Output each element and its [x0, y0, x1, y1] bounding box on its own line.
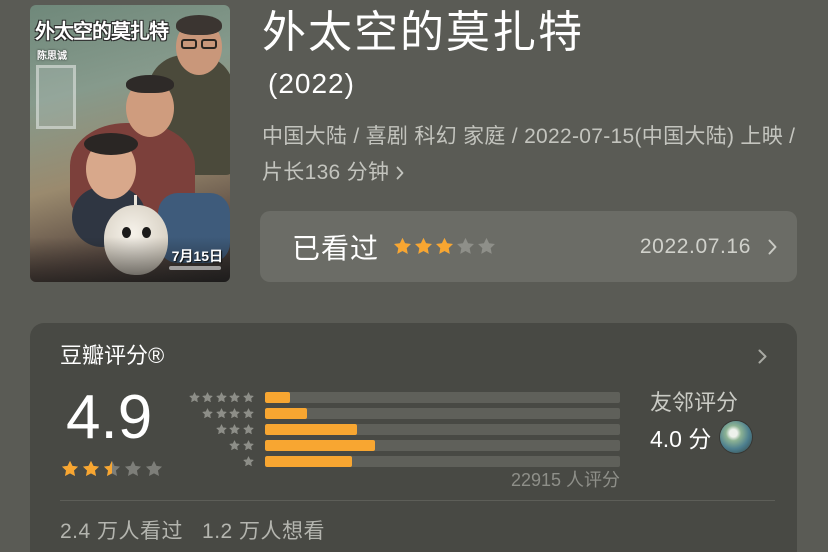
distribution-star-icon: [216, 391, 227, 402]
rating-distribution-row: [180, 421, 625, 437]
distribution-star-icon: [188, 391, 200, 402]
distribution-star-label: [180, 407, 255, 420]
movie-title: 外太空的莫扎特: [262, 8, 584, 57]
star-empty-icon: [478, 237, 495, 254]
poster-figure-elder-hair: [176, 15, 222, 35]
chevron-right-icon: [396, 166, 404, 180]
friends-rating-label: 友邻评分: [650, 390, 739, 415]
rating-distribution-row: [180, 389, 625, 405]
rating-score: 4.9: [66, 383, 153, 452]
poster-figure-kid-hair: [84, 133, 138, 155]
distribution-star-icon: [243, 455, 254, 466]
star-filled-icon: [415, 237, 432, 254]
chevron-right-icon: [768, 239, 777, 254]
poster-figure-elder-glasses-right: [201, 39, 217, 49]
poster-tagline-strip: [169, 266, 221, 270]
rating-distribution-row: [180, 405, 625, 421]
distribution-star-icon: [216, 407, 227, 418]
movie-meta-info[interactable]: 中国大陆 / 喜剧 科幻 家庭 / 2022-07-15(中国大陆) 上映 / …: [262, 119, 797, 191]
distribution-star-icon: [202, 391, 213, 402]
douban-rating-card[interactable]: 豆瓣评分® 4.9 22915 人评分 友邻评分 4.0 分 2.4 万人看过 …: [30, 323, 797, 552]
rating-distribution-row: [180, 453, 625, 469]
audience-stats: 2.4 万人看过 1.2 万人想看: [60, 518, 325, 546]
poster-figure-elder-glasses-left: [181, 39, 197, 49]
friends-rating[interactable]: 4.0 分: [650, 421, 753, 453]
distribution-star-icon: [202, 407, 213, 418]
friend-avatar[interactable]: [720, 421, 753, 453]
chevron-right-icon[interactable]: [758, 349, 767, 364]
rating-bar-fill: [265, 423, 357, 435]
watched-status-label: 已看过: [292, 232, 380, 264]
star-filled-icon: [436, 237, 453, 254]
distribution-star-icon: [229, 439, 241, 450]
star-empty-icon: [145, 460, 163, 477]
rating-bar-track: [265, 455, 620, 467]
rating-bar-track: [265, 423, 620, 435]
poster-figure-father-hair: [126, 75, 174, 93]
rating-bar-fill: [265, 391, 290, 403]
rating-score-stars: [60, 459, 164, 479]
watched-count[interactable]: 2.4 万人看过: [60, 518, 183, 546]
poster-director-lettering: 陈思诚: [37, 51, 67, 62]
distribution-star-label: [180, 391, 255, 404]
distribution-star-icon: [243, 391, 254, 402]
wish-count[interactable]: 1.2 万人想看: [202, 518, 325, 546]
rating-card-heading: 豆瓣评分®: [60, 343, 165, 368]
movie-meta-text: 中国大陆 / 喜剧 科幻 家庭 / 2022-07-15(中国大陆) 上映 / …: [262, 125, 796, 184]
poster-release-lettering: 7月15日: [171, 248, 223, 264]
rating-distribution: [180, 389, 625, 469]
distribution-star-icon: [243, 407, 254, 418]
rating-count: 22915 人评分: [510, 470, 620, 490]
star-filled-icon: [82, 460, 100, 477]
distribution-star-label: [180, 423, 255, 436]
divider: [60, 500, 775, 501]
star-filled-icon: [394, 237, 411, 254]
distribution-star-icon: [216, 423, 227, 434]
rating-bar-fill: [265, 407, 307, 419]
rating-bar-fill: [265, 439, 375, 451]
rating-bar-track: [265, 439, 620, 451]
star-filled-icon: [61, 460, 79, 477]
movie-year: (2022): [268, 68, 355, 99]
my-rating-stars: [392, 236, 497, 257]
distribution-star-icon: [229, 407, 241, 418]
movie-poster[interactable]: 外太空的莫扎特 陈思诚 7月15日: [30, 5, 230, 282]
star-empty-icon: [457, 237, 474, 254]
rating-distribution-row: [180, 437, 625, 453]
watched-date: 2022.07.16: [639, 234, 751, 258]
poster-window: [36, 65, 76, 129]
rating-bar-fill: [265, 455, 352, 467]
star-half-icon: [103, 460, 121, 477]
rating-bar-track: [265, 407, 620, 419]
rating-bar-track: [265, 391, 620, 403]
friends-rating-score: 4.0 分: [650, 426, 712, 452]
distribution-star-icon: [229, 423, 241, 434]
distribution-star-icon: [243, 423, 254, 434]
poster-title-lettering: 外太空的莫扎特: [35, 21, 169, 43]
distribution-star-label: [180, 455, 255, 468]
distribution-star-icon: [229, 391, 241, 402]
distribution-star-label: [180, 439, 255, 452]
my-rating-box[interactable]: 已看过 2022.07.16: [260, 211, 797, 282]
star-empty-icon: [124, 460, 142, 477]
distribution-star-icon: [243, 439, 254, 450]
